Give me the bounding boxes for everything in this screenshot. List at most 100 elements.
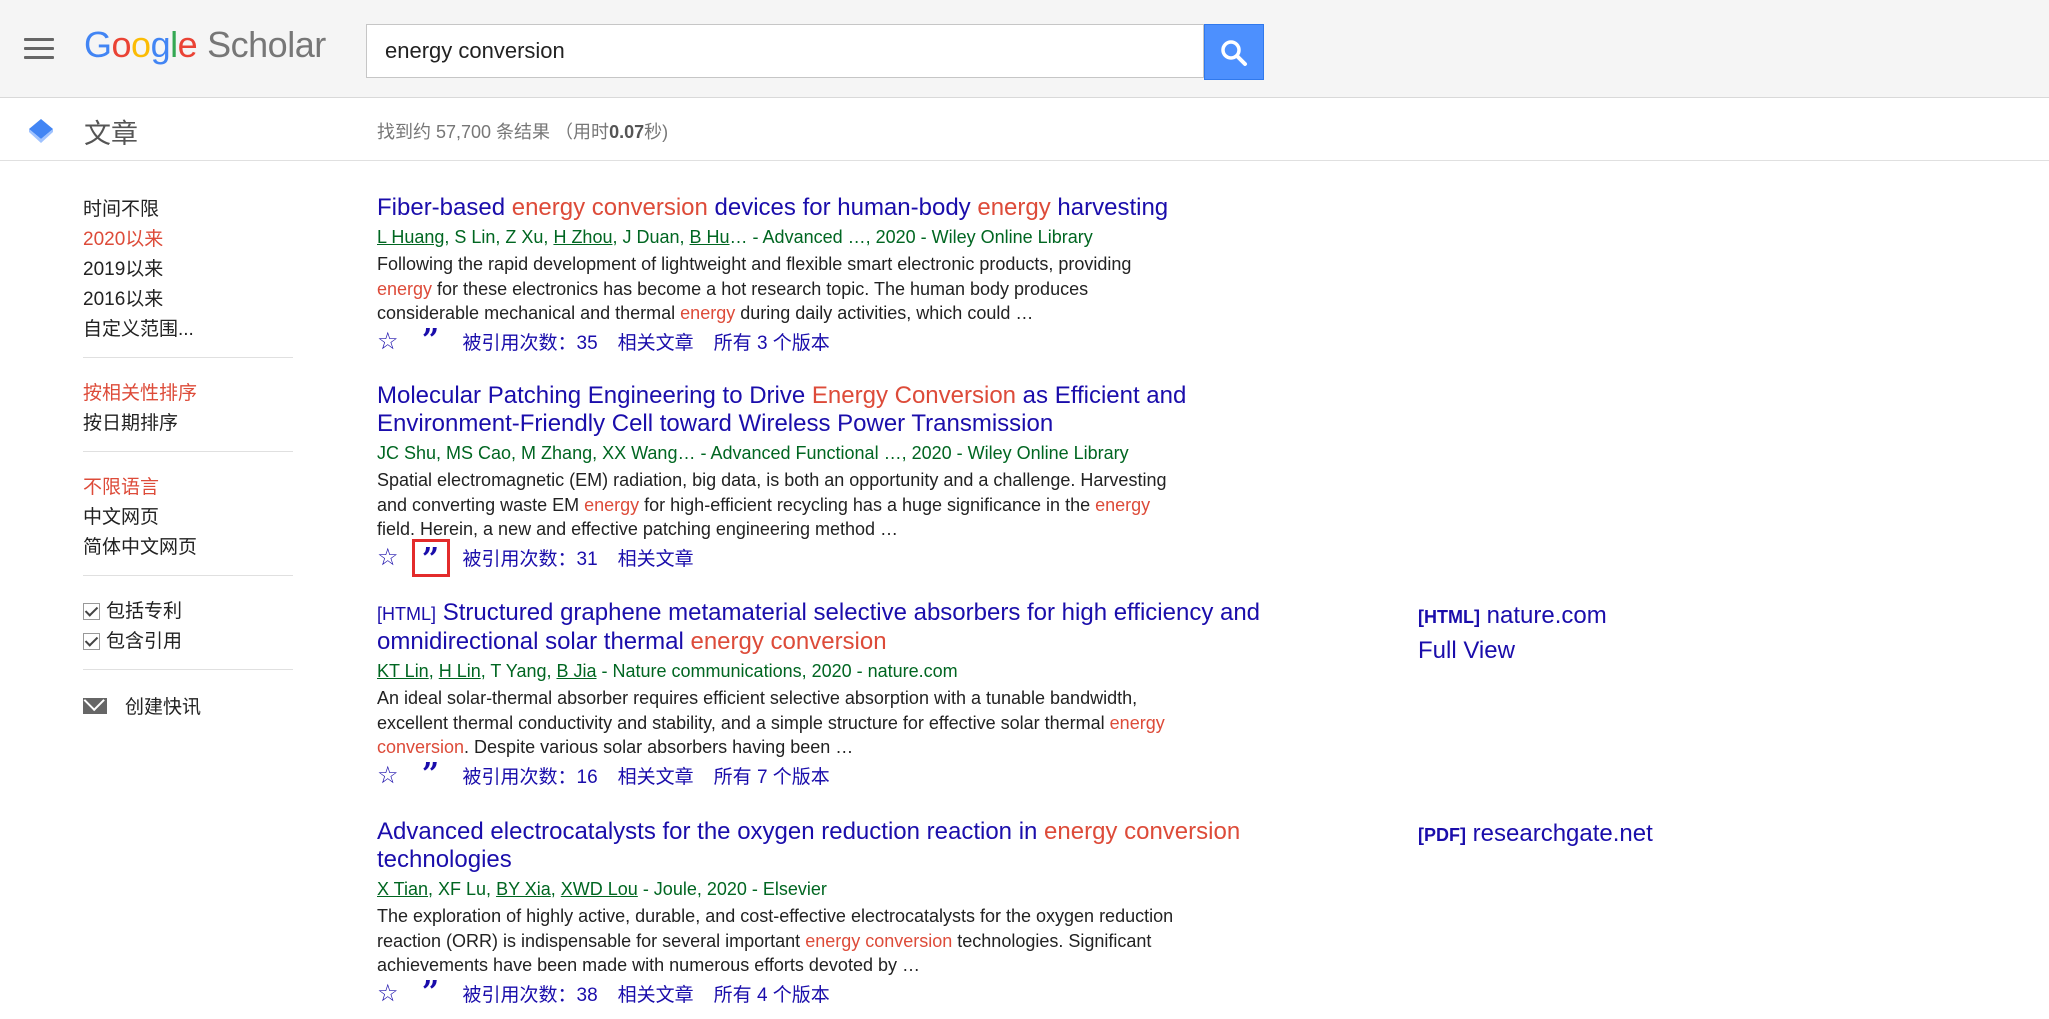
menu-icon[interactable] [24,38,54,60]
filter-any-time[interactable]: 时间不限 [83,194,159,221]
highlighted-term: energy [377,278,433,299]
result-item: Fiber-based energy conversion devices fo… [377,194,1307,356]
highlighted-term: energy [1095,494,1151,515]
text-segment: JC Shu, MS Cao, M Zhang, XX Wang… - Adva… [377,443,1129,463]
sort-relevance[interactable]: 按相关性排序 [83,378,197,405]
create-alert-link[interactable]: 创建快讯 [83,692,201,719]
include-patents-checkbox[interactable]: 包括专利 [83,596,182,623]
author-link[interactable]: H Zhou [553,227,612,247]
search-button[interactable] [1204,24,1264,80]
result-type-tag: [HTML] [377,604,437,624]
author-link[interactable]: BY Xia [496,879,551,899]
result-actions: ☆ ” 被引用次数：35 相关文章 所有 3 个版本 [377,325,1307,357]
filter-since-2020[interactable]: 2020以来 [83,224,163,251]
text-segment: for high-efficient recycling has a huge … [639,494,1096,515]
text-segment: An ideal solar-thermal absorber requires… [377,688,1138,733]
result-title[interactable]: Fiber-based energy conversion devices fo… [377,194,1307,222]
sort-date[interactable]: 按日期排序 [83,408,178,435]
author-link[interactable]: B Jia [556,661,596,681]
filter-since-2016[interactable]: 2016以来 [83,284,163,311]
author-link[interactable]: XWD Lou [561,879,638,899]
result-authors: KT Lin, H Lin, T Yang, B Jia - Nature co… [377,661,1307,682]
full-view-link[interactable]: Full View [1418,637,1515,665]
star-icon[interactable]: ☆ [377,761,399,790]
result-snippet: The exploration of highly active, durabl… [377,904,1177,978]
related-articles-link[interactable]: 相关文章 [618,544,694,571]
highlighted-term: energy conversion [511,194,708,221]
search-box [366,24,1204,78]
result-actions: ☆ ” 被引用次数：16 相关文章 所有 7 个版本 [377,759,1307,791]
text-segment: devices for human-body [707,194,978,221]
author-link[interactable]: H Lin [439,661,481,681]
highlighted-term: energy conversion [690,628,887,655]
all-versions-link[interactable]: 所有 3 个版本 [714,328,830,355]
all-versions-link[interactable]: 所有 4 个版本 [714,980,830,1007]
include-citations-checkbox[interactable]: 包含引用 [83,626,182,653]
text-segment: Fiber-based [377,194,512,221]
lang-any[interactable]: 不限语言 [83,472,159,499]
result-title[interactable]: Molecular Patching Engineering to Drive … [377,382,1307,438]
author-link[interactable]: KT Lin [377,661,429,681]
related-articles-link[interactable]: 相关文章 [618,980,694,1007]
filter-custom-range[interactable]: 自定义范围... [83,314,194,341]
cited-by-link[interactable]: 被引用次数：38 [463,980,598,1007]
result-actions: ☆ ” 被引用次数：31 相关文章 [377,538,1307,577]
text-segment: Following the rapid development of light… [377,254,1132,274]
divider [83,451,293,452]
text-segment: field. Herein, a new and effective patch… [377,519,898,539]
header: Google Scholar [0,0,2049,98]
filter-since-2019[interactable]: 2019以来 [83,254,163,281]
result-snippet: Spatial electromagnetic (EM) radiation, … [377,468,1177,542]
related-articles-link[interactable]: 相关文章 [618,328,694,355]
cited-by-link[interactable]: 被引用次数：16 [463,762,598,789]
text-segment: , [428,661,439,681]
star-icon[interactable]: ☆ [377,543,399,572]
text-segment: , S Lin, Z Xu, [444,227,554,247]
cite-icon[interactable]: ” [419,759,443,791]
lang-chinese-pages[interactable]: 中文网页 [83,502,159,529]
result-authors: X Tian, XF Lu, BY Xia, XWD Lou - Joule, … [377,879,1307,900]
result-title[interactable]: Advanced electrocatalysts for the oxygen… [377,818,1307,874]
articles-icon [29,119,53,143]
divider [83,575,293,576]
text-segment: . Despite various solar absorbers having… [464,737,854,757]
mail-icon [83,698,107,714]
cited-by-link[interactable]: 被引用次数：35 [463,328,598,355]
cite-icon[interactable]: ” [419,977,443,1009]
checkbox-checked-icon [83,603,100,620]
text-segment: during daily activities, which could … [735,303,1034,323]
result-item: Advanced electrocatalysts for the oxygen… [377,818,1307,1008]
result-snippet: An ideal solar-thermal absorber requires… [377,686,1177,760]
related-articles-link[interactable]: 相关文章 [618,762,694,789]
cite-icon[interactable]: ” [419,325,443,357]
author-link[interactable]: B Hu [690,227,730,247]
text-segment: , XF Lu, [428,879,497,899]
text-segment: Molecular Patching Engineering to Drive [377,382,812,409]
author-link[interactable]: L Huang [377,227,444,247]
author-link[interactable]: X Tian [377,879,428,899]
text-segment: harvesting [1050,194,1169,221]
text-segment: , [550,879,561,899]
star-icon[interactable]: ☆ [377,327,399,356]
google-scholar-logo[interactable]: Google Scholar [84,24,326,66]
text-segment: , J Duan, [612,227,690,247]
cited-by-link[interactable]: 被引用次数：31 [463,544,598,571]
fulltext-link-researchgate[interactable]: [PDF] researchgate.net [1418,820,1653,848]
result-title[interactable]: [HTML] Structured graphene metamaterial … [377,599,1307,656]
checkbox-checked-icon [83,633,100,650]
all-versions-link[interactable]: 所有 7 个版本 [714,762,830,789]
search-input[interactable] [367,25,1203,77]
result-item: Molecular Patching Engineering to Drive … [377,382,1307,577]
star-icon[interactable]: ☆ [377,979,399,1008]
highlighted-term: energy [680,303,736,323]
text-segment: , T Yang, [480,661,557,681]
highlighted-term: energy [977,194,1051,221]
cite-icon[interactable]: ” [411,538,450,577]
section-label: 文章 [84,119,138,149]
result-authors: L Huang, S Lin, Z Xu, H Zhou, J Duan, B … [377,227,1307,248]
result-stats: 找到约 57,700 条结果 （用时0.07秒) [377,122,669,142]
text-segment: - Nature communications, 2020 - nature.c… [596,661,958,681]
lang-simplified-chinese[interactable]: 简体中文网页 [83,532,197,559]
result-snippet: Following the rapid development of light… [377,252,1177,326]
fulltext-link-nature[interactable]: [HTML] nature.com [1418,602,1607,630]
